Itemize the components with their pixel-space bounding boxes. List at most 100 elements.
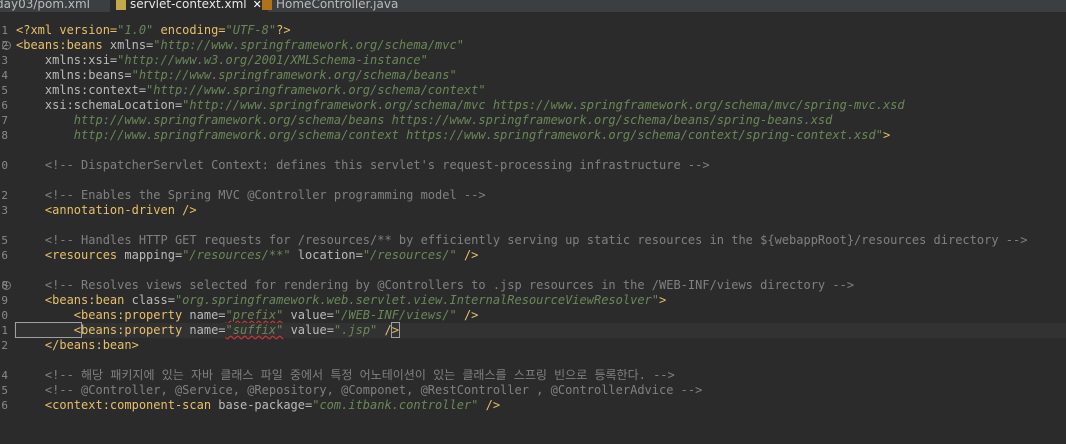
java-file-icon <box>262 0 272 10</box>
line-number: 6 <box>1 399 8 412</box>
code-line[interactable]: <!-- Resolves views selected for renderi… <box>16 278 854 293</box>
code-token: > <box>882 128 891 142</box>
code-token: ?> <box>276 23 291 37</box>
code-token: / <box>377 323 392 337</box>
code-token: </beans:bean> <box>16 338 139 352</box>
line-number: 1 <box>1 324 8 337</box>
code-line[interactable]: </beans:bean> <box>16 338 139 353</box>
code-line[interactable]: http://www.springframework.org/schema/be… <box>16 113 833 128</box>
code-token: /> <box>174 203 197 217</box>
code-token: "1.0" <box>117 23 154 37</box>
code-token: xsi:schemaLocation= <box>16 98 183 112</box>
code-token: location= <box>290 248 363 262</box>
code-token: xmlns:xsi= <box>16 53 118 67</box>
code-token: <!-- Handles HTTP GET requests for /reso… <box>16 233 1028 247</box>
line-number: 2 <box>1 339 8 352</box>
line-number: 6 <box>1 99 8 112</box>
code-editor[interactable]: 1 2−3 4 5 6 7 8 0 2 3 5 6 8−9 0 1 2 4 5 6 <?xml version="1… <box>0 12 1066 444</box>
code-token: "http://www.springframework.org/schema/b… <box>131 68 457 82</box>
tab-label: HomeController.java <box>276 0 399 11</box>
code-token: > <box>659 293 667 307</box>
code-token: "/WEB-INF/views/" <box>333 308 457 322</box>
line-number: 4 <box>1 69 8 82</box>
code-token: /> <box>456 248 479 262</box>
code-token: http://www.springframework.org/schema/be… <box>16 113 833 127</box>
code-token: class= <box>124 293 175 307</box>
code-line[interactable]: <?xml version="1.0" encoding="UTF-8"?> <box>16 23 291 38</box>
code-token: "UTF-8" <box>225 23 277 37</box>
tab-label: day03/pom.xml <box>0 0 90 11</box>
line-number: 9 <box>1 294 8 307</box>
code-token: "prefix" <box>225 308 284 322</box>
code-token: <beans:property <box>16 308 183 322</box>
code-token: http://www.springframework.org/schema/co… <box>16 128 883 142</box>
code-token: <?xml version= <box>16 23 118 37</box>
close-icon[interactable]: ✕ <box>253 0 262 11</box>
line-number: 5 <box>1 234 8 247</box>
code-token: ".jsp" <box>333 323 378 337</box>
code-token: <context:component-scan <box>16 398 212 412</box>
code-line[interactable]: <!-- @Controller, @Service, @Repository,… <box>16 383 702 398</box>
code-token: /> <box>456 308 479 322</box>
code-line[interactable]: <!-- Enables the Spring MVC @Controller … <box>16 188 486 203</box>
line-number: 1 <box>1 24 8 37</box>
line-number-gutter: 1 2−3 4 5 6 7 8 0 2 3 5 6 8−9 0 1 2 4 5 6 <box>0 12 14 444</box>
code-line[interactable]: <beans:beans xmlns="http://www.springfra… <box>16 38 464 53</box>
tab-servlet-context-xml[interactable]: servlet-context.xml ✕ <box>110 0 268 12</box>
code-token: xmlns:context= <box>16 83 147 97</box>
code-token: <!-- 해당 패키지에 있는 자바 클래스 파일 중에서 특정 어노테이션이 … <box>16 368 675 382</box>
code-token: /> <box>478 398 501 412</box>
code-token: < <box>14 322 83 338</box>
code-line[interactable]: <beans:property name="suffix" value=".js… <box>14 322 1066 338</box>
line-number: 5 <box>1 384 8 397</box>
line-number: 0 <box>1 159 8 172</box>
code-line[interactable]: xmlns:xsi="http://www.w3.org/2001/XMLSch… <box>16 53 428 68</box>
code-token: <annotation-driven <box>16 203 175 217</box>
code-token: <beans:bean <box>16 293 125 307</box>
fold-toggle-icon[interactable]: − <box>2 281 11 290</box>
code-token: name= <box>182 323 226 337</box>
editor-tab-bar: day03/pom.xml servlet-context.xml ✕ HomeC… <box>0 0 1066 12</box>
line-number: 4 <box>1 369 8 382</box>
line-number: 3 <box>1 54 8 67</box>
code-line[interactable]: <resources mapping="/resources/**" locat… <box>16 248 479 263</box>
code-token: xmlns:beans= <box>16 68 132 82</box>
code-line[interactable]: xmlns:context="http://www.springframewor… <box>16 83 486 98</box>
code-line[interactable]: xsi:schemaLocation="http://www.springfra… <box>16 98 905 113</box>
code-token: <!-- @Controller, @Service, @Repository,… <box>16 383 703 397</box>
code-line[interactable]: <!-- 해당 패키지에 있는 자바 클래스 파일 중에서 특정 어노테이션이 … <box>16 368 675 383</box>
code-token: "http://www.springframework.org/schema/m… <box>153 38 464 52</box>
fold-toggle-icon[interactable]: − <box>2 41 11 50</box>
code-token: "suffix" <box>225 323 284 337</box>
code-line[interactable]: <!-- DispatcherServlet Context: defines … <box>16 158 710 173</box>
tab-label: servlet-context.xml <box>130 0 247 11</box>
code-line[interactable]: xmlns:beans="http://www.springframework.… <box>16 68 457 83</box>
text-cursor <box>398 324 400 337</box>
code-token: value= <box>283 308 334 322</box>
code-token: "org.springframework.web.servlet.view.In… <box>174 293 660 307</box>
code-token: "/resources/" <box>362 248 457 262</box>
code-line[interactable]: <!-- Handles HTTP GET requests for /reso… <box>16 233 1028 248</box>
code-token: name= <box>182 308 226 322</box>
tab-homecontroller-java[interactable]: HomeController.java <box>262 0 398 12</box>
line-number: 0 <box>1 309 8 322</box>
code-token: <!-- DispatcherServlet Context: defines … <box>16 158 710 172</box>
line-number: 3 <box>1 204 8 217</box>
line-number: 6 <box>1 249 8 262</box>
code-line[interactable]: <beans:bean class="org.springframework.w… <box>16 293 666 308</box>
code-token: encoding= <box>153 23 226 37</box>
code-token: <!-- Enables the Spring MVC @Controller … <box>16 188 486 202</box>
code-token: xmlns= <box>102 38 154 52</box>
line-number: 5 <box>1 84 8 97</box>
code-token: "com.itbank.controller" <box>312 398 479 412</box>
code-line[interactable]: <annotation-driven /> <box>16 203 197 218</box>
code-token: mapping= <box>117 248 183 262</box>
code-token: base-package= <box>211 398 313 412</box>
code-line[interactable]: http://www.springframework.org/schema/co… <box>16 128 890 143</box>
line-number: 7 <box>1 114 8 127</box>
tab-pom-xml[interactable]: day03/pom.xml <box>0 0 90 12</box>
code-token: beans:property <box>81 323 183 337</box>
code-line[interactable]: <context:component-scan base-package="co… <box>16 398 500 413</box>
code-token: "http://www.springframework.org/schema/m… <box>182 98 905 112</box>
code-line[interactable]: <beans:property name="prefix" value="/WE… <box>16 308 479 323</box>
